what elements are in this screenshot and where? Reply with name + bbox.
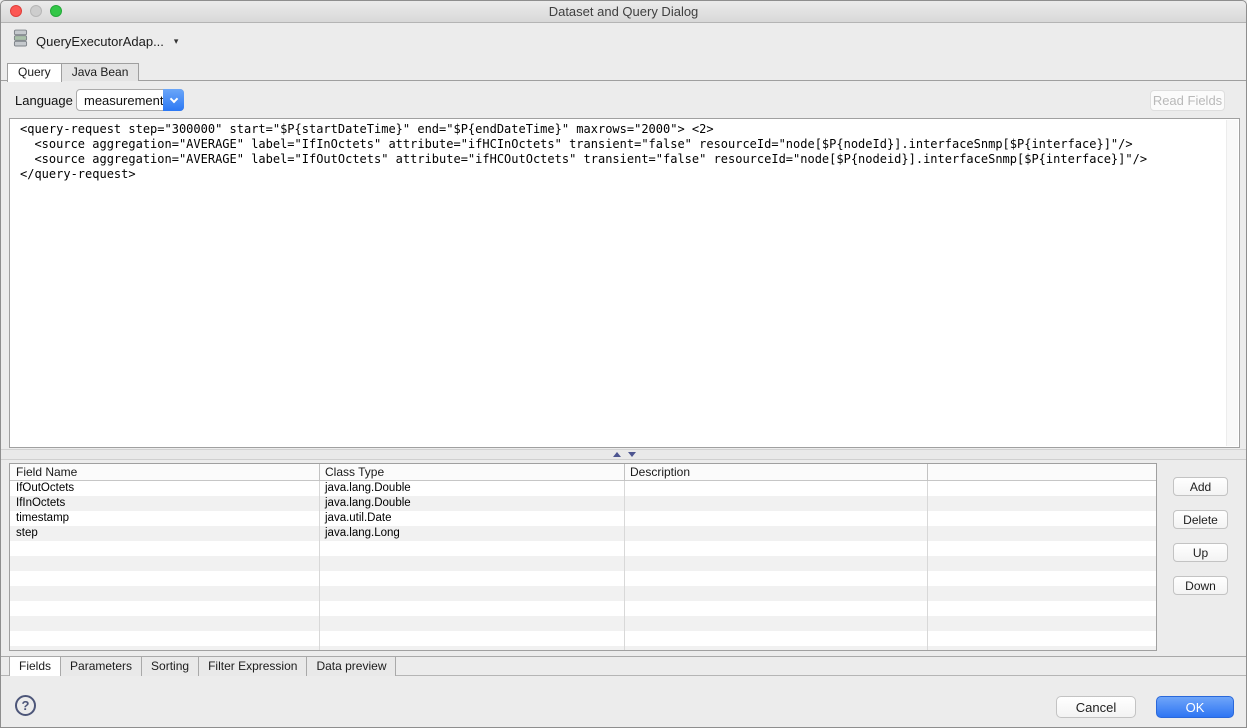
table-row-empty — [10, 556, 1156, 571]
chevron-down-icon — [169, 94, 177, 102]
ok-button[interactable]: OK — [1156, 696, 1234, 718]
down-button[interactable]: Down — [1173, 576, 1228, 595]
query-line: <query-request step="300000" start="$P{s… — [20, 122, 1223, 137]
database-icon — [13, 29, 28, 53]
delete-button[interactable]: Delete — [1173, 510, 1228, 529]
table-row[interactable]: step java.lang.Long — [10, 526, 1156, 541]
cell-class-type: java.lang.Double — [325, 496, 411, 511]
cell-class-type: java.lang.Long — [325, 526, 400, 541]
column-header-field-name: Field Name — [10, 464, 77, 481]
title-bar: Dataset and Query Dialog — [1, 1, 1246, 23]
column-header-description: Description — [624, 464, 690, 481]
table-row-empty — [10, 571, 1156, 586]
traffic-lights — [10, 5, 62, 17]
up-button[interactable]: Up — [1173, 543, 1228, 562]
window-title: Dataset and Query Dialog — [1, 1, 1246, 22]
cell-field-name: step — [16, 526, 38, 541]
table-row[interactable]: IfInOctets java.lang.Double — [10, 496, 1156, 511]
table-row-empty — [10, 631, 1156, 646]
table-body: IfOutOctets java.lang.Double IfInOctets jav… — [10, 481, 1156, 650]
zoom-button[interactable] — [50, 5, 62, 17]
dataset-query-dialog: Dataset and Query Dialog QueryExecutorAd… — [0, 0, 1247, 728]
combo-dropdown-button — [163, 89, 184, 111]
collapse-up-icon[interactable] — [613, 452, 621, 457]
table-row-empty — [10, 601, 1156, 616]
language-value: measurement — [77, 93, 163, 108]
table-row[interactable]: IfOutOctets java.lang.Double — [10, 481, 1156, 496]
minimize-button[interactable] — [30, 5, 42, 17]
tab-parameters[interactable]: Parameters — [61, 657, 142, 676]
table-row-empty — [10, 586, 1156, 601]
language-select[interactable]: measurement — [76, 89, 184, 111]
column-header-class-type: Class Type — [319, 464, 384, 481]
data-adapter-label: QueryExecutorAdap... — [36, 34, 164, 49]
cell-field-name: IfOutOctets — [16, 481, 74, 496]
query-line: <source aggregation="AVERAGE" label="IfO… — [20, 152, 1223, 167]
bottom-tab-strip: FieldsParametersSortingFilter Expression… — [1, 656, 1246, 676]
cell-field-name: IfInOctets — [16, 496, 65, 511]
column-divider[interactable] — [927, 464, 928, 481]
table-row-empty — [10, 541, 1156, 556]
splitter-handle[interactable] — [1, 449, 1246, 460]
dialog-footer: ? Cancel OK — [1, 677, 1246, 727]
table-button-panel: Add Delete Up Down — [1165, 463, 1240, 653]
column-line — [624, 481, 625, 650]
fields-table: Field Name Class Type Description IfOutOct… — [9, 463, 1157, 651]
column-divider[interactable] — [319, 464, 320, 481]
tab-fields[interactable]: Fields — [9, 657, 61, 676]
cell-field-name: timestamp — [16, 511, 69, 526]
top-tab-strip: QueryJava Bean — [1, 63, 1246, 81]
query-text-editor[interactable]: <query-request step="300000" start="$P{s… — [9, 118, 1240, 448]
vertical-scrollbar[interactable] — [1226, 120, 1238, 446]
cancel-button[interactable]: Cancel — [1056, 696, 1136, 718]
table-row-empty — [10, 616, 1156, 631]
cell-class-type: java.lang.Double — [325, 481, 411, 496]
table-header: Field Name Class Type Description — [10, 464, 1156, 481]
chevron-down-icon: ▾ — [174, 36, 179, 47]
tab-filter-expression[interactable]: Filter Expression — [199, 657, 307, 676]
tab-data-preview[interactable]: Data preview — [307, 657, 396, 676]
read-fields-button[interactable]: Read Fields — [1150, 90, 1225, 111]
add-button[interactable]: Add — [1173, 477, 1228, 496]
data-adapter-selector[interactable]: QueryExecutorAdap... ▾ — [13, 30, 178, 52]
column-line — [927, 481, 928, 650]
query-text: <query-request step="300000" start="$P{s… — [20, 122, 1223, 445]
collapse-down-icon[interactable] — [628, 452, 636, 457]
column-line — [319, 481, 320, 650]
column-divider[interactable] — [624, 464, 625, 481]
tab-query[interactable]: Query — [7, 63, 62, 82]
tab-sorting[interactable]: Sorting — [142, 657, 199, 676]
language-label: Language — [15, 93, 73, 108]
close-button[interactable] — [10, 5, 22, 17]
cell-class-type: java.util.Date — [325, 511, 391, 526]
table-row-empty — [10, 646, 1156, 651]
help-icon[interactable]: ? — [15, 695, 36, 716]
table-row[interactable]: timestamp java.util.Date — [10, 511, 1156, 526]
query-line: <source aggregation="AVERAGE" label="IfI… — [20, 137, 1223, 152]
query-line: </query-request> — [20, 167, 1223, 182]
tab-java-bean[interactable]: Java Bean — [61, 63, 140, 81]
